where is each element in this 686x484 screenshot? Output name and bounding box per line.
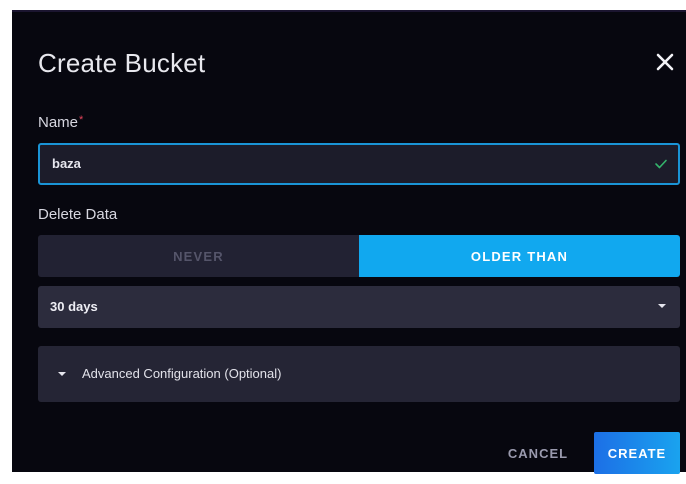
never-option[interactable]: NEVER (38, 235, 359, 277)
dialog-title: Create Bucket (38, 48, 206, 78)
cancel-button[interactable]: CANCEL (498, 432, 578, 474)
required-marker: * (79, 114, 84, 126)
create-bucket-dialog: Create Bucket Name* baza Delete Data NEV… (12, 10, 686, 474)
name-label: Name* (38, 114, 83, 131)
name-label-text: Name (38, 114, 79, 131)
bucket-name-value: baza (52, 156, 81, 171)
retention-period-value: 30 days (50, 299, 98, 314)
advanced-configuration-label: Advanced Configuration (Optional) (82, 366, 282, 381)
check-icon (654, 157, 668, 171)
advanced-configuration-toggle[interactable]: Advanced Configuration (Optional) (38, 346, 680, 402)
caret-down-icon (658, 304, 666, 308)
caret-right-icon (58, 372, 66, 376)
bucket-name-input[interactable]: baza (38, 143, 680, 185)
delete-data-toggle: NEVER OLDER THAN (38, 235, 680, 277)
close-icon[interactable] (654, 51, 676, 73)
create-button[interactable]: CREATE (594, 432, 680, 474)
retention-period-select[interactable]: 30 days (38, 286, 680, 328)
delete-data-label: Delete Data (38, 206, 118, 223)
older-than-option[interactable]: OLDER THAN (359, 235, 680, 277)
